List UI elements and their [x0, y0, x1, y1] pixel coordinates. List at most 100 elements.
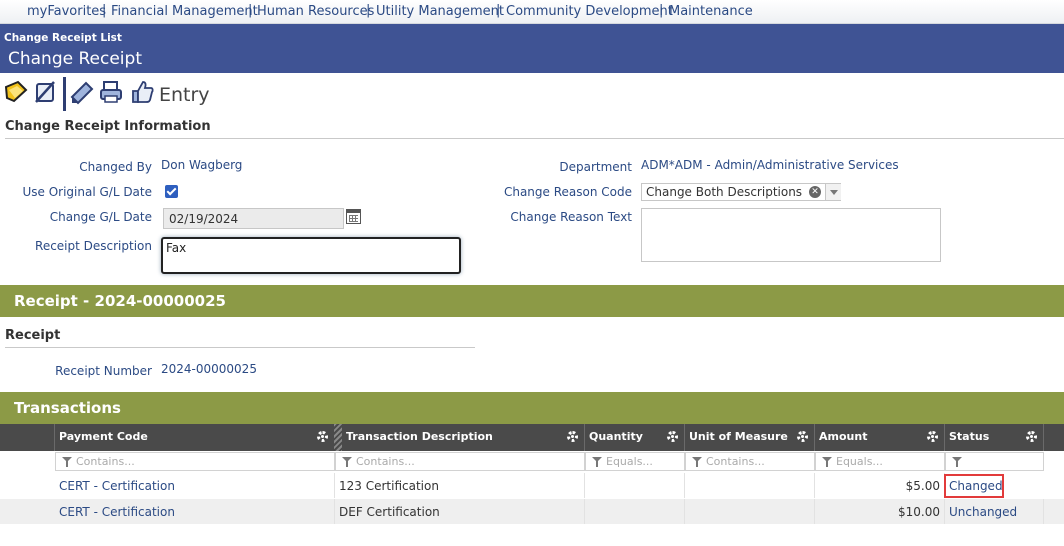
nav-financial-management[interactable]: Financial Management: [111, 4, 258, 19]
cell-amount: $5.00: [815, 473, 945, 498]
breadcrumb[interactable]: Change Receipt List: [4, 32, 122, 44]
cell-quantity: [585, 473, 685, 498]
filter-payment-code[interactable]: Contains...: [55, 452, 335, 471]
grid-header-spacer: [0, 424, 55, 451]
nav-myfavorites[interactable]: myFavorites: [27, 4, 106, 19]
cell-payment-code[interactable]: CERT - Certification: [55, 499, 335, 524]
cell-payment-code[interactable]: CERT - Certification: [55, 473, 335, 498]
column-label: Amount: [819, 430, 868, 443]
cell-status-highlighted[interactable]: Changed: [944, 474, 1004, 498]
chevron-down-icon[interactable]: [825, 184, 841, 200]
filter-quantity[interactable]: Equals...: [585, 452, 685, 471]
change-gl-date-label: Change G/L Date: [49, 210, 152, 224]
table-row[interactable]: CERT - Certification DEF Certification $…: [0, 499, 1064, 524]
gear-icon[interactable]: [927, 431, 938, 442]
mode-label: Entry: [159, 84, 210, 106]
gear-icon[interactable]: [667, 431, 678, 442]
cancel-icon[interactable]: [32, 79, 58, 105]
change-reason-text-input[interactable]: [641, 208, 941, 262]
column-resize-handle[interactable]: [334, 424, 342, 451]
column-header-status[interactable]: Status: [945, 424, 1044, 451]
clear-icon[interactable]: ✕: [809, 186, 821, 198]
toolbar-divider: [63, 77, 66, 111]
filter-icon: [342, 457, 352, 467]
changed-by-label: Changed By: [79, 160, 152, 174]
filter-placeholder: Equals...: [606, 455, 653, 468]
department-label: Department: [559, 160, 632, 174]
page-title: Change Receipt: [8, 49, 142, 69]
cell-description: 123 Certification: [335, 473, 585, 498]
filter-placeholder: Equals...: [836, 455, 883, 468]
cell-uom: [685, 473, 815, 498]
filter-placeholder: Contains...: [76, 455, 135, 468]
cell-uom: [685, 499, 815, 524]
column-header-payment-code[interactable]: Payment Code: [55, 424, 335, 451]
column-header-transaction-description[interactable]: Transaction Description: [342, 424, 585, 451]
receipt-description-label: Receipt Description: [35, 239, 152, 253]
nav-utility-management[interactable]: Utility Management: [376, 4, 504, 19]
filter-status[interactable]: [945, 452, 1044, 471]
filter-icon: [692, 457, 702, 467]
gear-icon[interactable]: [1026, 431, 1037, 442]
print-icon[interactable]: [98, 79, 124, 105]
toolbar: Entry: [0, 75, 300, 111]
nav-separator: |: [659, 3, 664, 18]
department-value: ADM*ADM - Admin/Administrative Services: [641, 158, 899, 172]
gear-icon[interactable]: [797, 431, 808, 442]
grid-header: Payment Code Transaction Description Qua…: [0, 424, 1064, 451]
section-title-change-receipt-info: Change Receipt Information: [5, 119, 211, 134]
filter-amount[interactable]: Equals...: [815, 452, 945, 471]
change-reason-code-select[interactable]: Change Both Descriptions ✕: [641, 183, 841, 201]
column-label: Payment Code: [59, 430, 148, 443]
save-icon[interactable]: [69, 79, 95, 105]
cell-description: DEF Certification: [335, 499, 585, 524]
gear-icon[interactable]: [317, 431, 328, 442]
change-reason-code-value: Change Both Descriptions: [646, 185, 803, 199]
column-label: Transaction Description: [346, 430, 493, 443]
nav-separator: |: [248, 3, 253, 18]
column-header-unit-of-measure[interactable]: Unit of Measure: [685, 424, 815, 451]
nav-community-development[interactable]: Community Development: [506, 4, 673, 19]
receipt-description-input[interactable]: Fax: [161, 237, 461, 274]
column-header-amount[interactable]: Amount: [815, 424, 945, 451]
receipt-number-label: Receipt Number: [55, 364, 152, 378]
nav-human-resources[interactable]: Human Resources: [257, 4, 374, 19]
nav-maintenance[interactable]: Maintenance: [669, 4, 753, 19]
cell-amount: $10.00: [815, 499, 945, 524]
filter-icon: [822, 457, 832, 467]
use-original-gl-date-checkbox[interactable]: [165, 185, 178, 198]
use-original-gl-date-label: Use Original G/L Date: [22, 185, 152, 199]
change-reason-code-label: Change Reason Code: [503, 185, 632, 199]
cell-status[interactable]: Unchanged: [945, 499, 1044, 524]
section-divider: [5, 138, 1064, 139]
changed-by-value: Don Wagberg: [161, 158, 243, 172]
gear-icon[interactable]: [567, 431, 578, 442]
filter-icon: [62, 457, 72, 467]
filter-icon: [952, 457, 962, 467]
calendar-icon[interactable]: [346, 209, 361, 224]
section-title-receipt: Receipt: [5, 328, 61, 343]
change-reason-text-label: Change Reason Text: [510, 210, 632, 224]
filter-placeholder: Contains...: [706, 455, 765, 468]
edit-icon[interactable]: [3, 79, 29, 105]
nav-separator: |: [496, 3, 501, 18]
nav-separator: |: [366, 3, 371, 18]
approve-icon[interactable]: [129, 79, 155, 105]
receipt-number-value: 2024-00000025: [161, 362, 257, 376]
column-label: Unit of Measure: [689, 430, 788, 443]
transactions-band: Transactions: [0, 392, 1064, 424]
section-divider: [5, 347, 475, 348]
table-row[interactable]: CERT - Certification 123 Certification $…: [0, 473, 1064, 498]
filter-transaction-description[interactable]: Contains...: [335, 452, 585, 471]
cell-quantity: [585, 499, 685, 524]
column-label: Status: [949, 430, 990, 443]
filter-icon: [592, 457, 602, 467]
nav-separator: |: [102, 3, 107, 18]
column-label: Quantity: [589, 430, 643, 443]
top-nav: myFavorites | Financial Management | Hum…: [0, 0, 1064, 24]
receipt-band: Receipt - 2024-00000025: [0, 285, 1064, 317]
column-header-quantity[interactable]: Quantity: [585, 424, 685, 451]
change-gl-date-input[interactable]: 02/19/2024: [163, 208, 344, 229]
page-header: Change Receipt List Change Receipt: [0, 24, 1064, 73]
filter-unit-of-measure[interactable]: Contains...: [685, 452, 815, 471]
